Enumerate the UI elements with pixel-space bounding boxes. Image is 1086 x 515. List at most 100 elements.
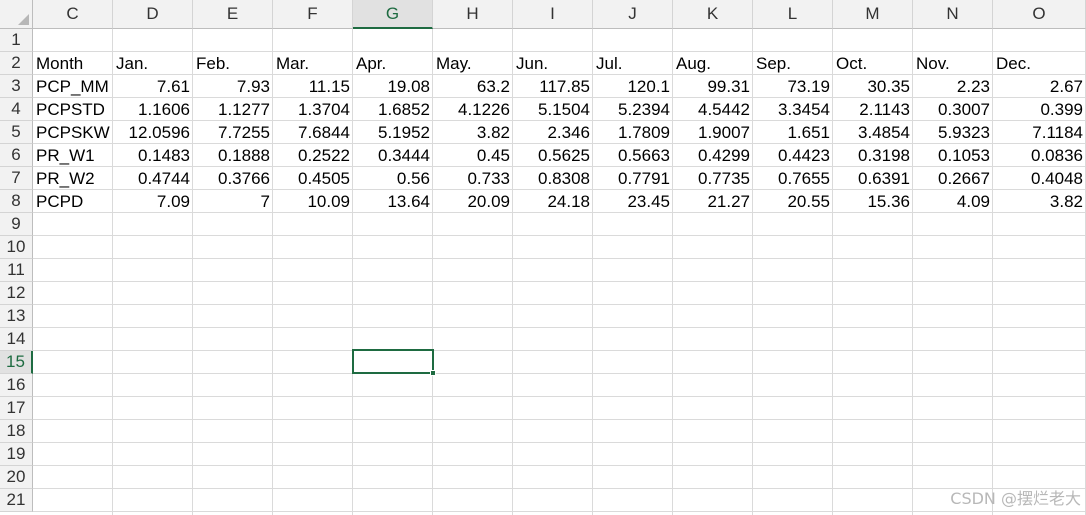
row-header-2[interactable]: 2 [0, 52, 33, 75]
row-header-6[interactable]: 6 [0, 144, 33, 167]
select-all-corner[interactable] [0, 0, 33, 29]
column-header-C[interactable]: C [33, 0, 113, 29]
column-header-I[interactable]: I [513, 0, 593, 29]
cell-C6[interactable]: PR_W1 [33, 144, 113, 167]
row-header-21[interactable]: 21 [0, 489, 33, 512]
cell-H3[interactable]: 63.2 [433, 75, 513, 98]
row-header-8[interactable]: 8 [0, 190, 33, 213]
cell-K3[interactable]: 99.31 [673, 75, 753, 98]
cell-F3[interactable]: 11.15 [273, 75, 353, 98]
column-header-M[interactable]: M [833, 0, 913, 29]
row-header-11[interactable]: 11 [0, 259, 33, 282]
cell-M2[interactable]: Oct. [833, 52, 913, 75]
row-header-20[interactable]: 20 [0, 466, 33, 489]
cell-L3[interactable]: 73.19 [753, 75, 833, 98]
cell-L7[interactable]: 0.7655 [753, 167, 833, 190]
cell-H4[interactable]: 4.1226 [433, 98, 513, 121]
cell-J6[interactable]: 0.5663 [593, 144, 673, 167]
cell-N5[interactable]: 5.9323 [913, 121, 993, 144]
cell-O7[interactable]: 0.4048 [993, 167, 1086, 190]
cell-O5[interactable]: 7.1184 [993, 121, 1086, 144]
cell-E2[interactable]: Feb. [193, 52, 273, 75]
cell-K2[interactable]: Aug. [673, 52, 753, 75]
cell-I7[interactable]: 0.8308 [513, 167, 593, 190]
cell-G6[interactable]: 0.3444 [353, 144, 433, 167]
cell-K4[interactable]: 4.5442 [673, 98, 753, 121]
cell-I2[interactable]: Jun. [513, 52, 593, 75]
cell-F4[interactable]: 1.3704 [273, 98, 353, 121]
cell-N7[interactable]: 0.2667 [913, 167, 993, 190]
cell-O3[interactable]: 2.67 [993, 75, 1086, 98]
cell-M8[interactable]: 15.36 [833, 190, 913, 213]
cell-G2[interactable]: Apr. [353, 52, 433, 75]
cell-O2[interactable]: Dec. [993, 52, 1086, 75]
cell-N2[interactable]: Nov. [913, 52, 993, 75]
cell-F2[interactable]: Mar. [273, 52, 353, 75]
cell-I5[interactable]: 2.346 [513, 121, 593, 144]
row-header-17[interactable]: 17 [0, 397, 33, 420]
cell-L6[interactable]: 0.4423 [753, 144, 833, 167]
cell-D7[interactable]: 0.4744 [113, 167, 193, 190]
cell-N3[interactable]: 2.23 [913, 75, 993, 98]
cell-D6[interactable]: 0.1483 [113, 144, 193, 167]
row-header-4[interactable]: 4 [0, 98, 33, 121]
column-header-O[interactable]: O [993, 0, 1086, 29]
cell-C5[interactable]: PCPSKW [33, 121, 113, 144]
cell-E6[interactable]: 0.1888 [193, 144, 273, 167]
cell-N6[interactable]: 0.1053 [913, 144, 993, 167]
row-header-1[interactable]: 1 [0, 29, 33, 52]
row-header-19[interactable]: 19 [0, 443, 33, 466]
column-header-E[interactable]: E [193, 0, 273, 29]
cell-I3[interactable]: 117.85 [513, 75, 593, 98]
cell-F6[interactable]: 0.2522 [273, 144, 353, 167]
cell-L8[interactable]: 20.55 [753, 190, 833, 213]
row-header-15[interactable]: 15 [0, 351, 33, 374]
cell-H8[interactable]: 20.09 [433, 190, 513, 213]
column-header-F[interactable]: F [273, 0, 353, 29]
cell-K7[interactable]: 0.7735 [673, 167, 753, 190]
cell-M3[interactable]: 30.35 [833, 75, 913, 98]
row-header-14[interactable]: 14 [0, 328, 33, 351]
cell-M5[interactable]: 3.4854 [833, 121, 913, 144]
cell-C3[interactable]: PCP_MM [33, 75, 113, 98]
fill-handle[interactable] [430, 370, 436, 376]
row-header-5[interactable]: 5 [0, 121, 33, 144]
cell-O8[interactable]: 3.82 [993, 190, 1086, 213]
cell-O4[interactable]: 0.399 [993, 98, 1086, 121]
cell-M6[interactable]: 0.3198 [833, 144, 913, 167]
cell-E3[interactable]: 7.93 [193, 75, 273, 98]
cell-G7[interactable]: 0.56 [353, 167, 433, 190]
row-header-9[interactable]: 9 [0, 213, 33, 236]
active-cell-G15[interactable] [352, 349, 434, 374]
cell-G8[interactable]: 13.64 [353, 190, 433, 213]
cell-K5[interactable]: 1.9007 [673, 121, 753, 144]
cell-H5[interactable]: 3.82 [433, 121, 513, 144]
cell-C4[interactable]: PCPSTD [33, 98, 113, 121]
cell-D3[interactable]: 7.61 [113, 75, 193, 98]
cell-O6[interactable]: 0.0836 [993, 144, 1086, 167]
cell-J8[interactable]: 23.45 [593, 190, 673, 213]
row-header-7[interactable]: 7 [0, 167, 33, 190]
cell-D2[interactable]: Jan. [113, 52, 193, 75]
row-header-16[interactable]: 16 [0, 374, 33, 397]
column-header-K[interactable]: K [673, 0, 753, 29]
cell-E8[interactable]: 7 [193, 190, 273, 213]
cell-F7[interactable]: 0.4505 [273, 167, 353, 190]
cell-J5[interactable]: 1.7809 [593, 121, 673, 144]
cell-E7[interactable]: 0.3766 [193, 167, 273, 190]
cell-D8[interactable]: 7.09 [113, 190, 193, 213]
cell-E4[interactable]: 1.1277 [193, 98, 273, 121]
cell-L5[interactable]: 1.651 [753, 121, 833, 144]
cell-D4[interactable]: 1.1606 [113, 98, 193, 121]
cell-F5[interactable]: 7.6844 [273, 121, 353, 144]
column-header-G[interactable]: G [353, 0, 433, 29]
cell-J4[interactable]: 5.2394 [593, 98, 673, 121]
cell-N8[interactable]: 4.09 [913, 190, 993, 213]
cell-G3[interactable]: 19.08 [353, 75, 433, 98]
column-header-L[interactable]: L [753, 0, 833, 29]
cell-L2[interactable]: Sep. [753, 52, 833, 75]
cell-K8[interactable]: 21.27 [673, 190, 753, 213]
cell-I6[interactable]: 0.5625 [513, 144, 593, 167]
column-header-J[interactable]: J [593, 0, 673, 29]
cell-E5[interactable]: 7.7255 [193, 121, 273, 144]
